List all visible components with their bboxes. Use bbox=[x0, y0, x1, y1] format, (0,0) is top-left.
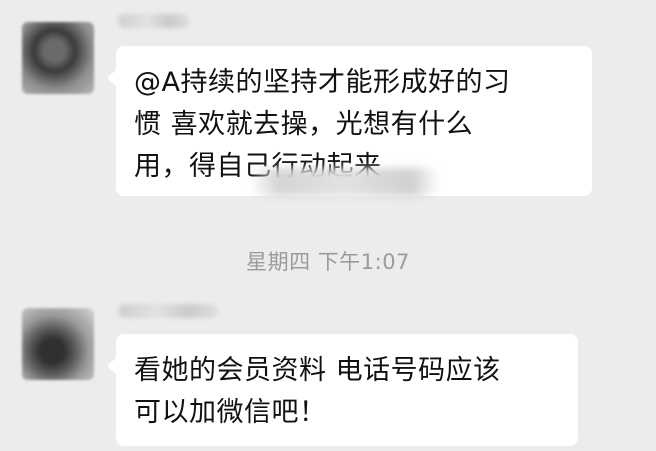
redaction-smudge bbox=[250, 168, 440, 196]
message-text-line: 惯 喜欢就去操，光想有什么 bbox=[134, 109, 474, 140]
message-bubble[interactable]: 看她的会员资料 电话号码应该 可以加微信吧！ bbox=[107, 334, 578, 446]
message-text-line: 可以加微信吧！ bbox=[134, 397, 327, 428]
chat-message-1: @A持续的坚持才能形成好的习 惯 喜欢就去操，光想有什么 用，得自己行动起来 bbox=[0, 0, 656, 210]
sender-avatar[interactable] bbox=[22, 22, 94, 94]
sender-nickname-blurred bbox=[118, 304, 218, 318]
message-timestamp: 星期四 下午1:07 bbox=[246, 250, 410, 274]
sender-nickname-blurred bbox=[118, 14, 190, 28]
message-text-line: @A持续的坚持才能形成好的习 bbox=[134, 67, 511, 98]
message-text-line: 看她的会员资料 电话号码应该 bbox=[134, 355, 501, 386]
sender-avatar[interactable] bbox=[22, 308, 94, 380]
chat-message-2: 看她的会员资料 电话号码应该 可以加微信吧！ bbox=[0, 290, 656, 451]
